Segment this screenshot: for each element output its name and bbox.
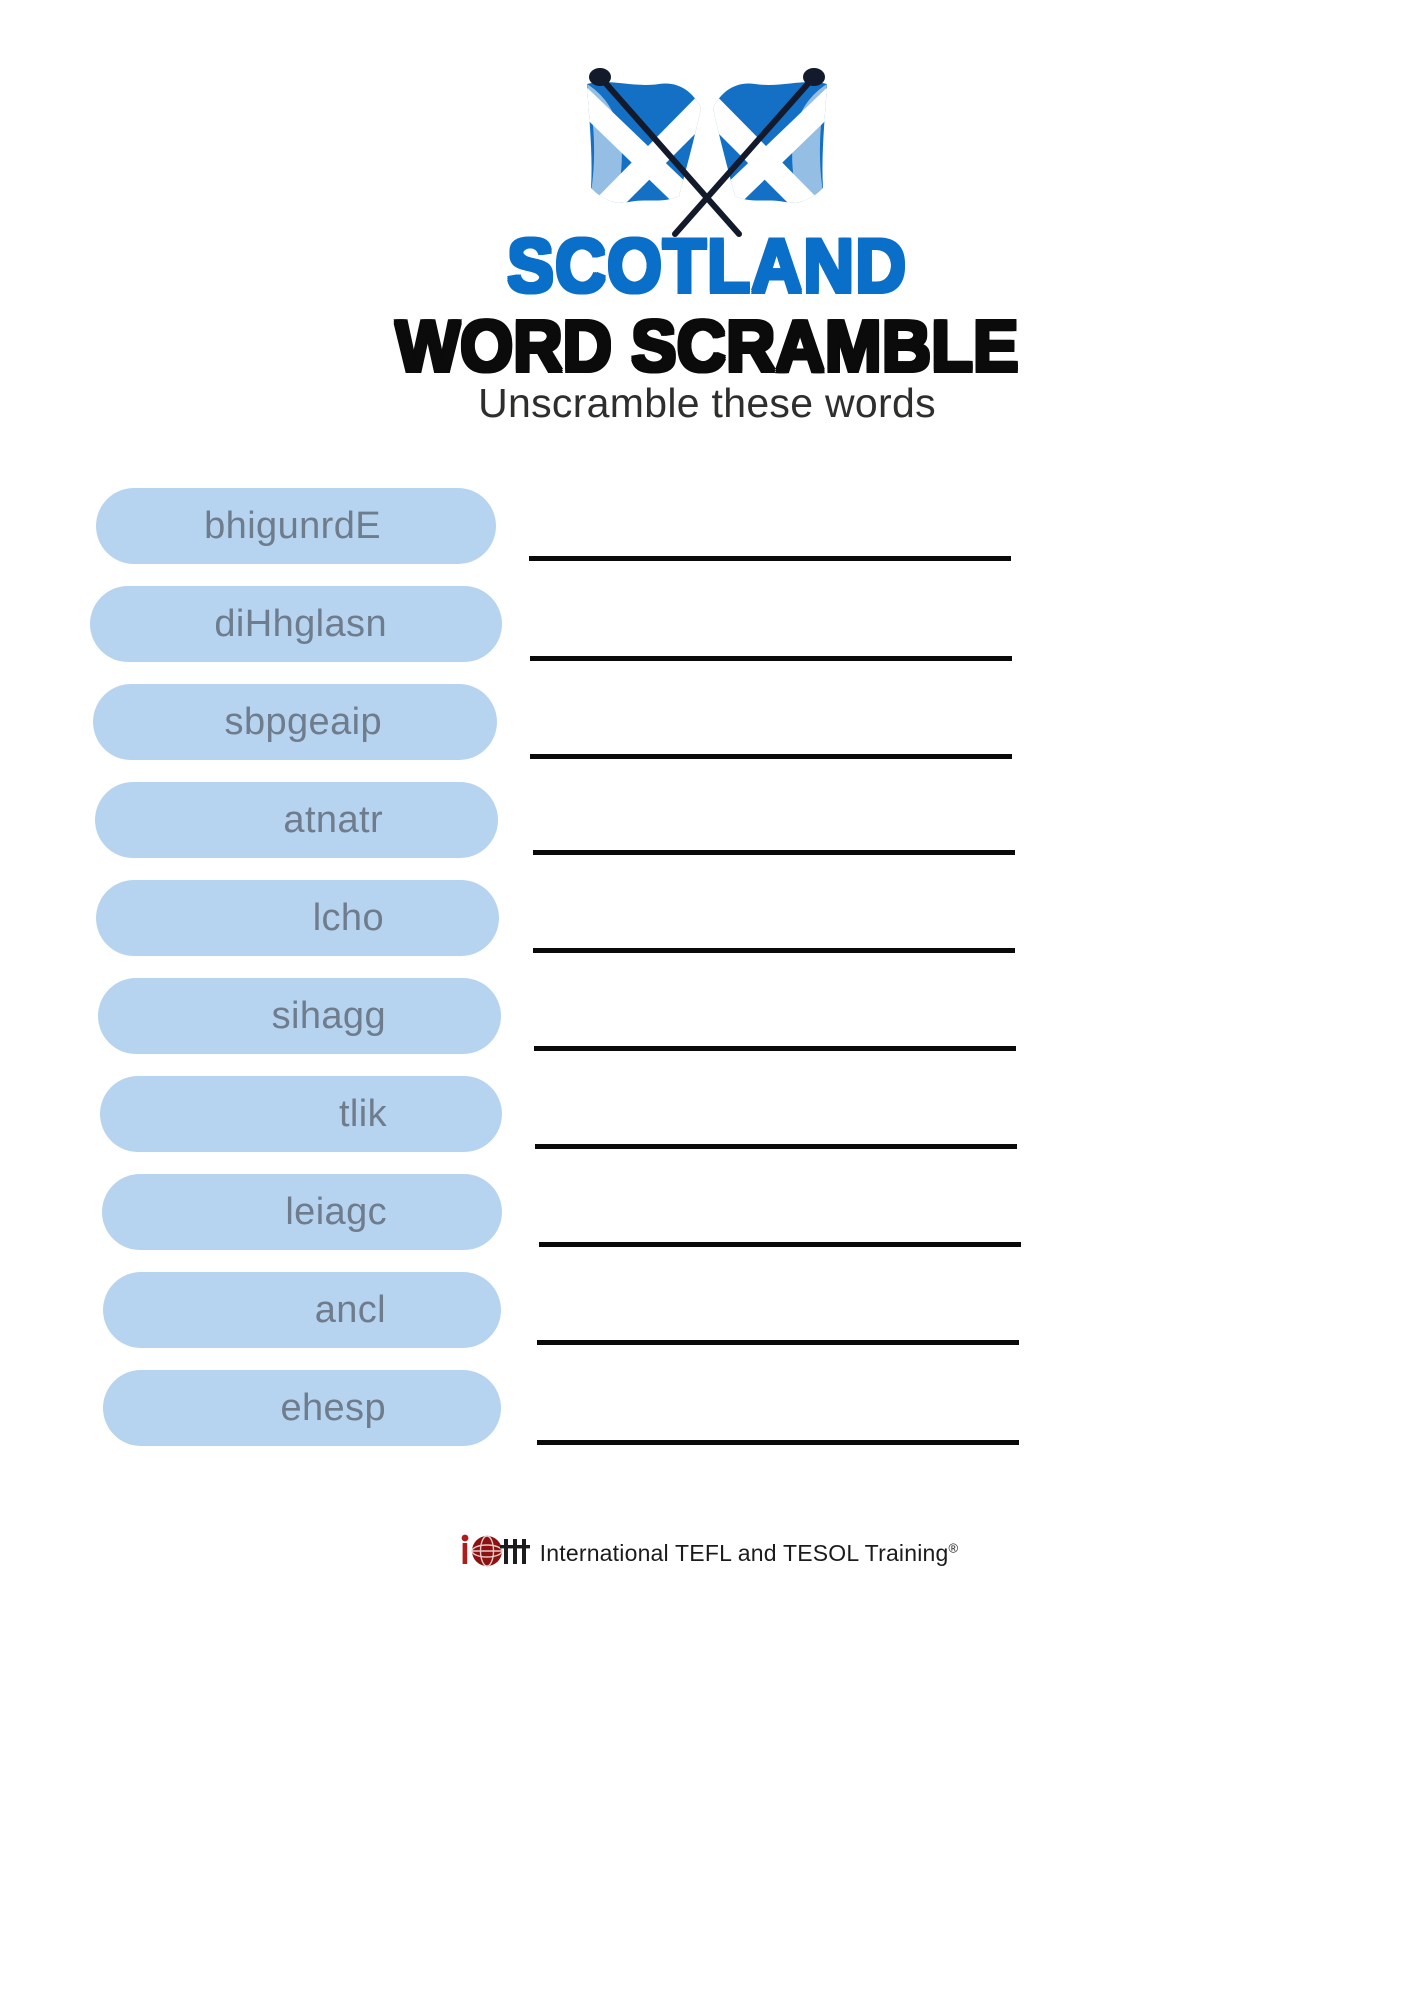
word-row: ancl [0,1272,1414,1370]
word-row: lcho [0,880,1414,978]
answer-line[interactable] [530,754,1012,759]
scrambled-word-pill[interactable]: sbpgeaip [93,684,497,760]
scrambled-word-text: lcho [312,896,384,939]
word-row: sihagg [0,978,1414,1076]
registered-mark: ® [948,1540,959,1556]
title-word-scramble: WORD SCRAMBLE [395,306,1019,387]
footer-brand-text: International TEFL and TESOL Training® [540,1540,959,1567]
scrambled-word-text: sihagg [271,994,386,1037]
footer-brand-label: International TEFL and TESOL Training [539,1540,949,1566]
title-scotland: SCOTLAND [506,224,908,309]
scrambled-word-text: ancl [314,1288,386,1331]
scrambled-word-pill[interactable]: lcho [96,880,499,956]
scrambled-word-pill[interactable]: leiagc [102,1174,502,1250]
scrambled-word-text: sbpgeaip [224,700,382,743]
answer-line[interactable] [533,948,1015,953]
scrambled-word-text: atnatr [283,798,383,841]
answer-line[interactable] [535,1144,1017,1149]
scrambled-word-text: tlik [338,1092,387,1135]
scrambled-word-pill[interactable]: ehesp [103,1370,501,1446]
answer-line[interactable] [539,1242,1021,1247]
word-row: leiagc [0,1174,1414,1272]
crossed-scotland-flags-icon [0,62,1414,242]
word-row: bhigunrdE [0,488,1414,586]
scrambled-word-pill[interactable]: tlik [100,1076,502,1152]
answer-line[interactable] [537,1440,1019,1445]
scrambled-word-pill[interactable]: bhigunrdE [96,488,496,564]
scrambled-word-pill[interactable]: ancl [103,1272,501,1348]
answer-line[interactable] [534,1046,1016,1051]
scrambled-word-pill[interactable]: sihagg [98,978,501,1054]
ittt-globe-logo-icon [456,1530,530,1577]
footer: International TEFL and TESOL Training® [0,1530,1414,1577]
answer-line[interactable] [533,850,1015,855]
word-row: atnatr [0,782,1414,880]
scrambled-word-pill[interactable]: diHhglasn [90,586,502,662]
instructions-text: Unscramble these words [478,380,936,426]
word-row: sbpgeaip [0,684,1414,782]
scrambled-word-text: ehesp [280,1386,386,1429]
answer-line[interactable] [529,556,1011,561]
scrambled-word-text: bhigunrdE [204,504,381,547]
word-list: bhigunrdE diHhglasn sbpgeaip atnatr lcho [0,488,1414,1468]
answer-line[interactable] [530,656,1012,661]
worksheet-page: SCOTLAND WORD SCRAMBLE Unscramble these … [0,0,1414,2000]
scrambled-word-text: leiagc [285,1190,387,1233]
word-row: ehesp [0,1370,1414,1468]
scrambled-word-text: diHhglasn [214,602,387,645]
answer-line[interactable] [537,1340,1019,1345]
word-row: tlik [0,1076,1414,1174]
word-row: diHhglasn [0,586,1414,684]
scrambled-word-pill[interactable]: atnatr [95,782,498,858]
page-title: SCOTLAND WORD SCRAMBLE [0,224,1414,387]
